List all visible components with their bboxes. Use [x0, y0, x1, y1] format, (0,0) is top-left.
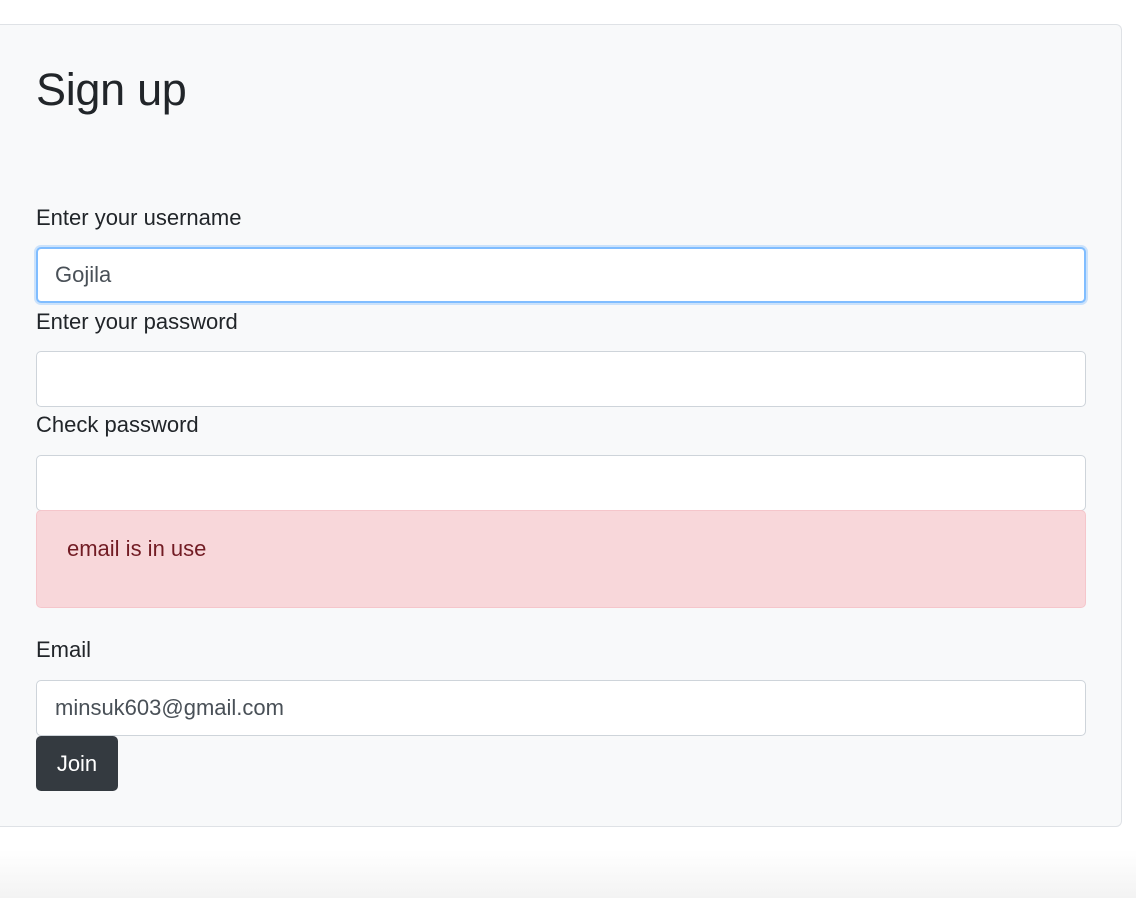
- username-label: Enter your username: [36, 205, 242, 230]
- username-input[interactable]: [36, 247, 1086, 303]
- page-bottom-shade: [0, 850, 1136, 898]
- password-label: Enter your password: [36, 309, 238, 334]
- join-button[interactable]: Join: [36, 736, 118, 791]
- email-input[interactable]: [36, 680, 1086, 736]
- password-input[interactable]: [36, 351, 1086, 407]
- error-alert-text: email is in use: [67, 536, 207, 561]
- check-password-label: Check password: [36, 412, 199, 437]
- error-alert: email is in use: [36, 510, 1086, 608]
- email-label: Email: [36, 637, 92, 662]
- page-title: Sign up: [36, 64, 187, 115]
- check-password-input[interactable]: [36, 455, 1086, 511]
